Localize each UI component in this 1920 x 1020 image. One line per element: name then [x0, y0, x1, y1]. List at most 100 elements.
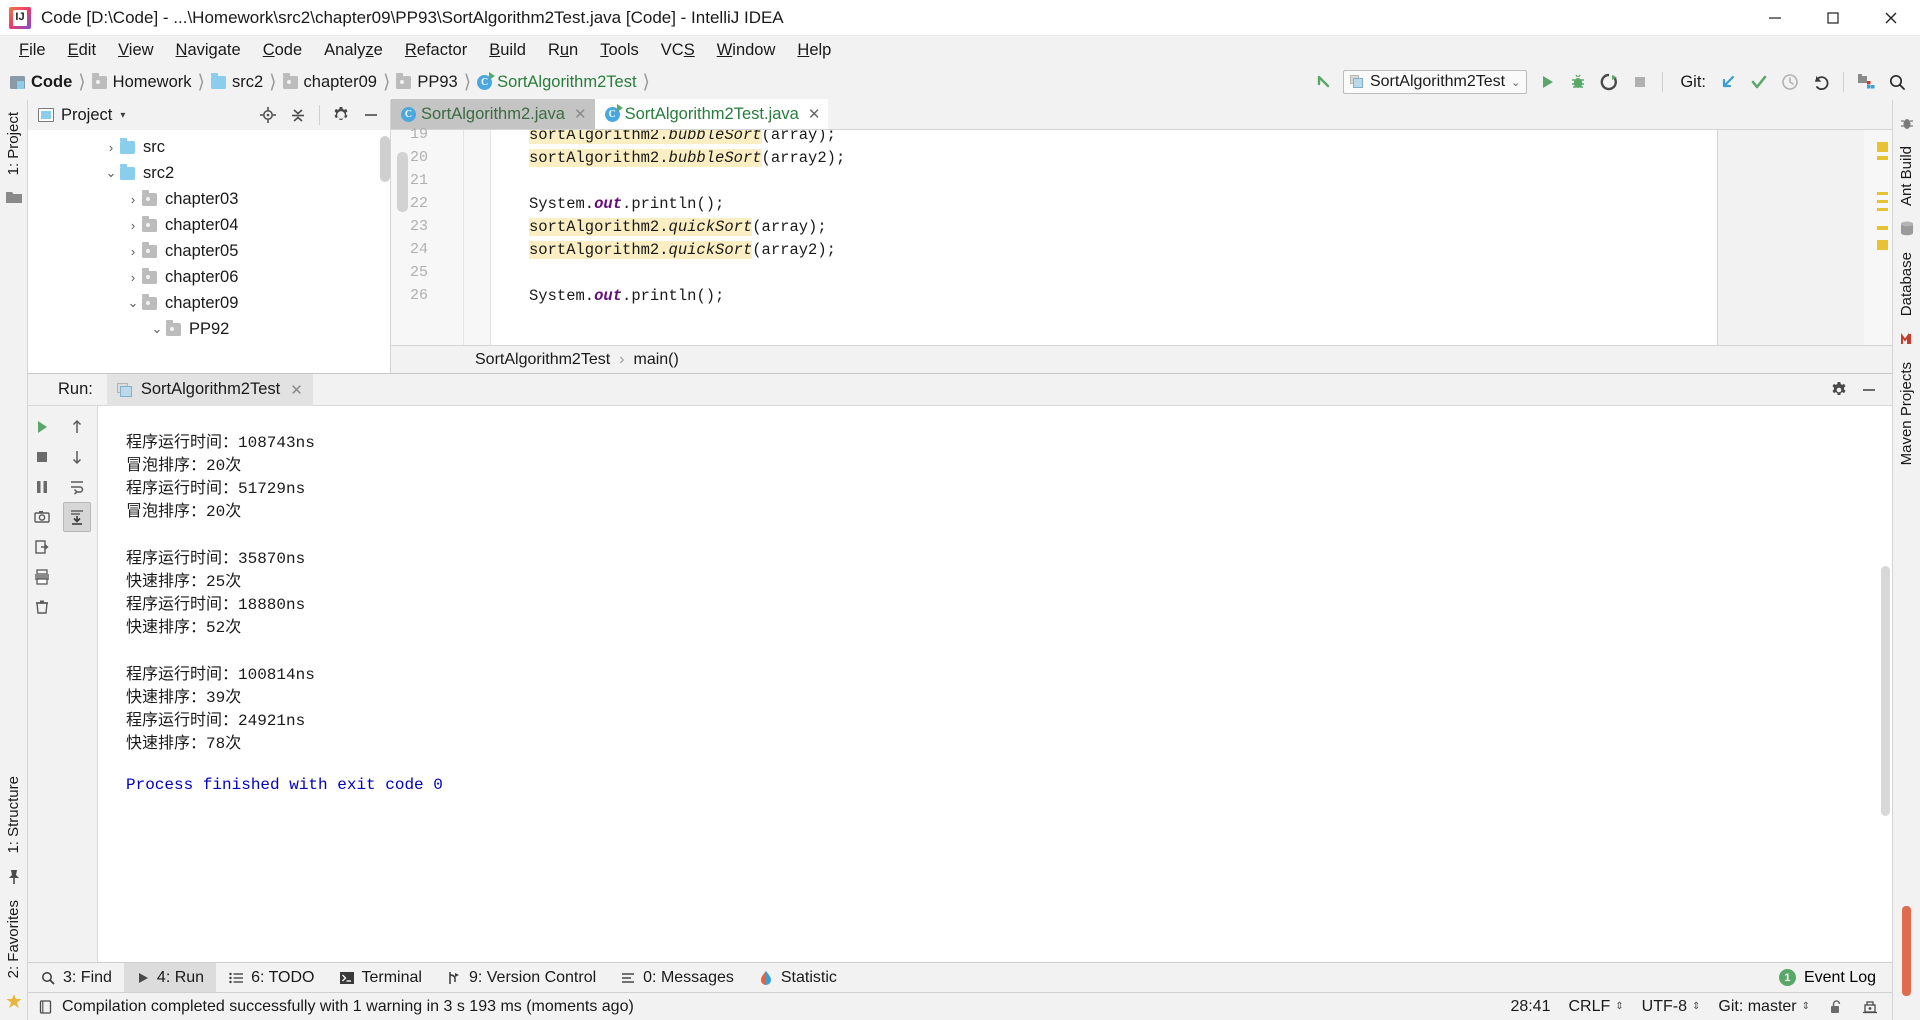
- encoding-selector[interactable]: UTF-8 ⇕: [1633, 998, 1710, 1016]
- arrow-up-left-icon[interactable]: [1308, 68, 1338, 96]
- inspector-icon[interactable]: [1853, 999, 1892, 1015]
- chevron-down-icon[interactable]: ⌄: [148, 321, 166, 337]
- editor-viewport[interactable]: 19 20 21 22 23 24 25 26 sortAlgorithm2.b…: [391, 126, 1892, 345]
- bottom-tab-todo[interactable]: 6: TODO: [216, 963, 326, 993]
- soft-wrap-button[interactable]: [63, 472, 91, 502]
- sidebar-tab-ant-build[interactable]: Ant Build: [1896, 140, 1917, 212]
- trash-button[interactable]: [28, 592, 56, 622]
- build-icon[interactable]: [38, 999, 54, 1015]
- tree-item-chapter09[interactable]: ⌄ chapter09: [28, 290, 390, 316]
- sidebar-tab-favorites[interactable]: 2: Favorites: [3, 894, 24, 984]
- event-log-button[interactable]: 1 Event Log: [1778, 969, 1892, 987]
- settings-icon[interactable]: [1851, 68, 1881, 96]
- chevron-right-icon[interactable]: ›: [124, 270, 142, 285]
- chevron-down-icon[interactable]: ⌄: [102, 165, 120, 181]
- console-output[interactable]: 程序运行时间：108743ns 冒泡排序：20次 程序运行时间：51729ns …: [98, 406, 1892, 962]
- menu-run[interactable]: Run: [537, 39, 589, 62]
- maven-strip-icon[interactable]: [1898, 330, 1916, 348]
- sidebar-tab-structure[interactable]: 1: Structure: [3, 770, 24, 860]
- gear-icon[interactable]: [1824, 376, 1854, 404]
- sidebar-tab-project[interactable]: 1: Project: [3, 106, 24, 181]
- project-tree-scrollbar[interactable]: [380, 136, 390, 182]
- database-strip-icon[interactable]: [1898, 220, 1916, 238]
- menu-window[interactable]: Window: [706, 39, 787, 62]
- camera-button[interactable]: [28, 502, 56, 532]
- gear-icon[interactable]: [326, 101, 356, 129]
- run-configuration-selector[interactable]: SortAlgorithm2Test ⌄: [1342, 70, 1528, 94]
- project-tree[interactable]: › src ⌄ src2 › chapter03 › chapter04 › c…: [28, 130, 390, 373]
- pin-icon[interactable]: [5, 868, 23, 886]
- chevron-down-icon[interactable]: ▾: [120, 110, 125, 121]
- sidebar-tab-maven-projects[interactable]: Maven Projects: [1896, 356, 1917, 471]
- editor-vertical-scrollbar[interactable]: [397, 152, 408, 212]
- tree-item-src2[interactable]: ⌄ src2: [28, 160, 390, 186]
- run-coverage-button[interactable]: [1594, 68, 1624, 96]
- breadcrumb-item-class[interactable]: C SortAlgorithm2Test ⟩: [477, 71, 656, 94]
- down-stack-button[interactable]: [63, 442, 91, 472]
- bottom-tab-run[interactable]: 4: Run: [123, 962, 217, 993]
- stop-button[interactable]: [28, 442, 56, 472]
- code-breadcrumb-class[interactable]: SortAlgorithm2Test: [475, 351, 610, 369]
- chevron-down-icon[interactable]: ⌄: [124, 295, 142, 311]
- menu-edit[interactable]: Edit: [57, 39, 107, 62]
- menu-help[interactable]: Help: [786, 39, 842, 62]
- editor-tab-sortalgorithm2test[interactable]: C SortAlgorithm2Test.java ✕: [594, 99, 829, 129]
- unlocked-icon[interactable]: [1819, 999, 1853, 1015]
- breadcrumb-item-project[interactable]: Code ⟩: [10, 71, 92, 94]
- caret-position[interactable]: 28:41: [1501, 998, 1559, 1016]
- menu-build[interactable]: Build: [478, 39, 537, 62]
- editor-gutter[interactable]: 19 20 21 22 23 24 25 26: [391, 126, 491, 345]
- code-breadcrumb-method[interactable]: main(): [634, 351, 679, 369]
- chevron-right-icon[interactable]: ›: [124, 192, 142, 207]
- pause-button[interactable]: [28, 472, 56, 502]
- marker-bar[interactable]: [1864, 130, 1892, 345]
- git-branch-selector[interactable]: Git: master ⇕: [1709, 998, 1819, 1016]
- breadcrumb-item-pp93[interactable]: PP93 ⟩: [396, 71, 477, 94]
- bottom-tab-terminal[interactable]: Terminal: [327, 963, 434, 993]
- bottom-tab-messages[interactable]: 0: Messages: [608, 963, 746, 993]
- tree-item-chapter04[interactable]: › chapter04: [28, 212, 390, 238]
- tree-item-chapter03[interactable]: › chapter03: [28, 186, 390, 212]
- git-update-project-icon[interactable]: [1713, 68, 1743, 96]
- tree-item-chapter06[interactable]: › chapter06: [28, 264, 390, 290]
- breadcrumb-item-chapter09[interactable]: chapter09 ⟩: [282, 71, 397, 94]
- code-text[interactable]: sortAlgorithm2.bubbleSort(array); sortAl…: [491, 130, 1717, 345]
- hide-icon[interactable]: [356, 101, 386, 129]
- close-icon[interactable]: ✕: [808, 105, 821, 123]
- maximize-button[interactable]: [1804, 0, 1862, 36]
- git-commit-icon[interactable]: [1744, 68, 1774, 96]
- run-tab[interactable]: SortAlgorithm2Test ✕: [106, 373, 313, 406]
- close-icon[interactable]: ✕: [290, 381, 303, 399]
- tree-item-src[interactable]: › src: [28, 134, 390, 160]
- console-scrollbar[interactable]: [1881, 566, 1890, 816]
- menu-refactor[interactable]: Refactor: [394, 39, 478, 62]
- menu-navigate[interactable]: Navigate: [165, 39, 252, 62]
- line-separator-selector[interactable]: CRLF ⇕: [1559, 998, 1632, 1016]
- menu-analyze[interactable]: Analyze: [313, 39, 394, 62]
- locate-icon[interactable]: [253, 101, 283, 129]
- chevron-right-icon[interactable]: ›: [124, 244, 142, 259]
- run-button[interactable]: [1532, 68, 1562, 96]
- collapse-all-icon[interactable]: [283, 101, 313, 129]
- up-stack-button[interactable]: [63, 412, 91, 442]
- tree-item-pp92[interactable]: ⌄ PP92: [28, 316, 390, 342]
- git-rollback-icon[interactable]: [1806, 68, 1836, 96]
- bottom-tab-find[interactable]: 3: Find: [28, 963, 124, 993]
- folder-strip-icon[interactable]: [5, 189, 23, 205]
- editor-tab-sortalgorithm2[interactable]: C SortAlgorithm2.java ✕: [391, 99, 595, 129]
- sidebar-tab-database[interactable]: Database: [1896, 246, 1917, 322]
- star-icon[interactable]: [5, 992, 23, 1010]
- close-icon[interactable]: ✕: [574, 105, 587, 123]
- menu-file[interactable]: File: [8, 39, 57, 62]
- print-button[interactable]: [28, 562, 56, 592]
- menu-vcs[interactable]: VCS: [650, 39, 706, 62]
- bottom-tab-version-control[interactable]: 9: Version Control: [434, 963, 608, 993]
- bottom-tab-statistic[interactable]: Statistic: [746, 963, 849, 993]
- chevron-right-icon[interactable]: ›: [102, 140, 120, 155]
- close-button[interactable]: [1862, 0, 1920, 36]
- tree-item-chapter05[interactable]: › chapter05: [28, 238, 390, 264]
- git-history-icon[interactable]: [1775, 68, 1805, 96]
- chevron-right-icon[interactable]: ›: [124, 218, 142, 233]
- hide-icon[interactable]: [1854, 376, 1884, 404]
- minimize-button[interactable]: [1746, 0, 1804, 36]
